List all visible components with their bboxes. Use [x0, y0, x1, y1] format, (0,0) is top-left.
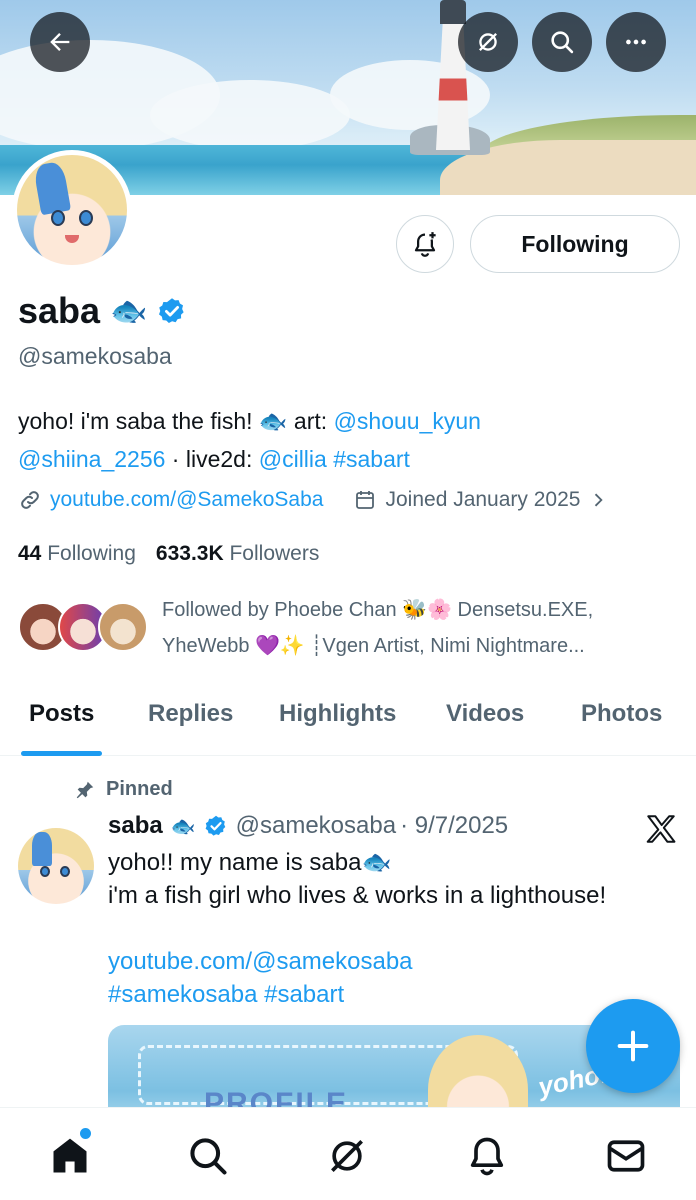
followed-by-text: Followed by Phoebe Chan 🐝🌸 Densetsu.EXE,…: [162, 599, 594, 657]
more-dots-icon: [626, 39, 646, 45]
fish-emoji: 🐟: [110, 294, 148, 328]
followers-count-link[interactable]: 633.3K Followers: [156, 542, 319, 566]
bio-mention-link[interactable]: @shiina_2256: [18, 446, 165, 472]
tab-replies[interactable]: Replies: [148, 690, 233, 756]
more-button[interactable]: [606, 12, 666, 72]
following-button[interactable]: Following: [470, 215, 680, 273]
post-author-handle[interactable]: @samekosaba: [236, 812, 396, 840]
post-author-name[interactable]: saba: [108, 812, 163, 840]
avatar-mouth: [65, 235, 79, 243]
bio-text: · live2d:: [165, 446, 259, 472]
banner-cloud: [150, 80, 350, 150]
calendar-icon: [356, 491, 375, 509]
arrow-left-icon: [50, 33, 70, 51]
bottom-navigation: [0, 1107, 696, 1200]
notifications-icon[interactable]: [465, 1134, 509, 1178]
following-count-link[interactable]: 44 Following: [18, 542, 136, 566]
back-button[interactable]: [30, 12, 90, 72]
compose-button[interactable]: [586, 999, 680, 1093]
link-icon: [21, 491, 39, 509]
profile-avatar[interactable]: [12, 150, 132, 270]
chevron-right-icon[interactable]: [588, 490, 608, 510]
pinned-indicator: Pinned: [74, 778, 173, 801]
post-date[interactable]: · 9/7/2025: [400, 812, 508, 840]
search-icon[interactable]: [186, 1134, 230, 1178]
pin-icon: [76, 781, 94, 798]
lighthouse-lamp: [440, 0, 466, 24]
followed-by-section[interactable]: Followed by Phoebe Chan 🐝🌸 Densetsu.EXE,…: [18, 592, 678, 662]
avatar-hair-streak: [32, 160, 72, 216]
bio-text: yoho! i'm saba the fish! 🐟 art:: [18, 408, 334, 434]
home-unread-dot: [80, 1128, 91, 1139]
post-header: saba 🐟 @samekosaba · 9/7/2025: [108, 812, 508, 840]
fish-emoji: 🐟: [170, 815, 196, 838]
bio-mention-link[interactable]: @cillia: [259, 446, 327, 472]
profile-bio: yoho! i'm saba the fish! 🐟 art: @shouu_k…: [18, 402, 678, 478]
search-icon: [551, 31, 574, 54]
post-text-line: i'm a fish girl who lives & works in a l…: [108, 882, 607, 909]
avatar-eye: [79, 210, 93, 226]
bio-mention-link[interactable]: @shouu_kyun: [334, 408, 481, 434]
profile-tabs: Posts Replies Highlights Videos Photos: [0, 690, 696, 756]
bell-plus-icon: [414, 232, 436, 257]
post-body: yoho!! my name is saba🐟 i'm a fish girl …: [108, 846, 678, 1011]
display-name-text: saba: [18, 290, 101, 331]
avatar-hair-streak: [32, 832, 52, 866]
profile-handle: @samekosaba: [18, 343, 172, 369]
verified-badge-icon: [205, 815, 225, 836]
profile-meta: youtube.com/@SamekoSaba Joined January 2…: [18, 488, 608, 512]
post-author-avatar[interactable]: [18, 828, 94, 904]
grok-icon: [479, 33, 497, 51]
tab-highlights[interactable]: Highlights: [279, 690, 396, 756]
tab-posts[interactable]: Posts: [20, 690, 103, 756]
avatar-eye: [51, 210, 65, 226]
search-button[interactable]: [532, 12, 592, 72]
post-hashtags[interactable]: #samekosaba #sabart: [108, 978, 678, 1011]
home-icon[interactable]: [48, 1134, 92, 1178]
tab-photos[interactable]: Photos: [581, 690, 662, 756]
x-logo-icon[interactable]: [644, 812, 678, 846]
followers-count: 633.3K: [155, 542, 224, 565]
bio-hashtag-link[interactable]: #sabart: [333, 446, 410, 472]
display-name: saba 🐟: [18, 290, 187, 332]
grok-button[interactable]: [458, 12, 518, 72]
avatar-eye: [40, 866, 50, 877]
messages-icon[interactable]: [604, 1134, 648, 1178]
website-link[interactable]: youtube.com/@SamekoSaba: [50, 488, 323, 512]
post-text-line: yoho!! my name is saba🐟: [108, 849, 392, 876]
follower-avatar: [98, 602, 148, 652]
pinned-label: Pinned: [106, 778, 173, 800]
tab-videos[interactable]: Videos: [446, 690, 524, 756]
plus-icon: [617, 1030, 649, 1062]
grok-icon[interactable]: [325, 1134, 369, 1178]
followers-text: Followers: [229, 542, 320, 565]
notification-bell-button[interactable]: [396, 215, 454, 273]
avatar-image: [17, 155, 127, 265]
verified-badge-icon[interactable]: [157, 296, 187, 326]
following-text: Following: [47, 542, 136, 565]
following-count: 44: [18, 542, 42, 565]
post-link[interactable]: youtube.com/@samekosaba: [108, 945, 678, 978]
follow-counts: 44 Following 633.3K Followers: [18, 542, 319, 566]
avatar-eye: [60, 866, 70, 877]
joined-date[interactable]: Joined January 2025: [385, 488, 580, 512]
